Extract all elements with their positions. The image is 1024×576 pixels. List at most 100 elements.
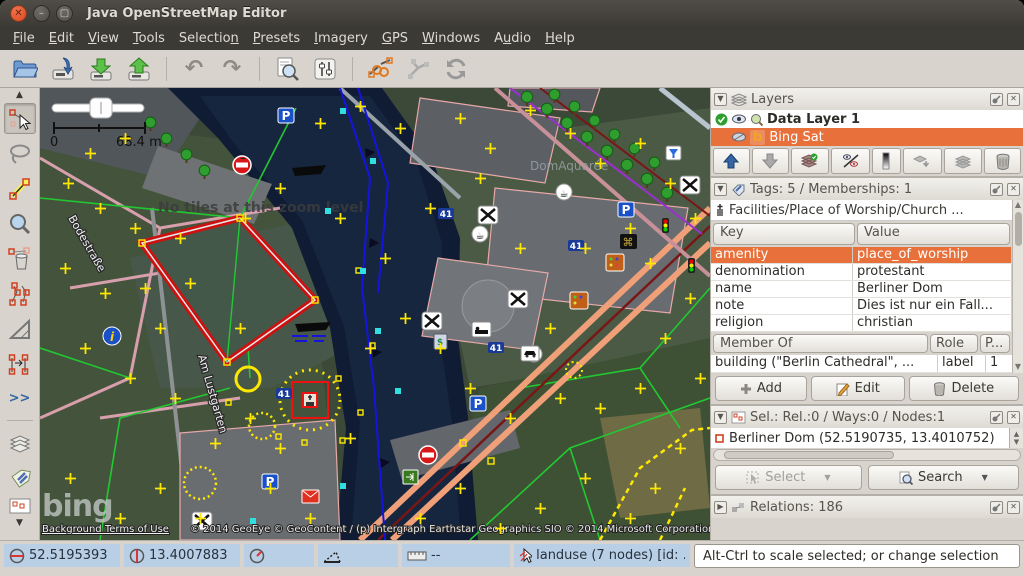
search-objects-button[interactable] [270,54,304,84]
role-column-header[interactable]: Role [930,334,978,353]
toolbar-separator [259,57,260,81]
close-button[interactable]: ✕ [10,5,27,22]
layer-row-data[interactable]: Data Layer 1 [711,110,1023,128]
map-canvas[interactable]: P P P P ☕ ☕ ☕ [40,88,710,540]
menu-imagery[interactable]: Imagery [307,29,375,48]
layer-duplicate-button[interactable] [903,148,942,174]
lasso-tool-button[interactable] [4,138,36,169]
collapse-icon[interactable]: ▼ [714,411,727,424]
layer-move-up-button[interactable] [713,148,750,174]
unglue-tool-button[interactable] [4,278,36,309]
draw-tool-button[interactable] [4,173,36,204]
undo-button[interactable]: ↶ [177,54,211,84]
collapse-icon[interactable]: ▼ [714,183,727,196]
sticky-pin-icon[interactable] [990,411,1003,424]
upload-button[interactable] [122,54,156,84]
menu-edit[interactable]: Edit [42,29,81,48]
menu-audio[interactable]: Audio [487,29,538,48]
layers-panel-title: Layers [751,92,986,107]
preferences-button[interactable] [308,54,342,84]
zoom-tool-button[interactable] [4,208,36,239]
selection-panel-toggle[interactable] [4,497,36,515]
layer-opacity-button[interactable] [872,148,901,174]
tag-row[interactable]: denominationprotestant [711,264,1012,281]
layer-actions [711,146,1023,176]
select-cursor-icon [746,471,760,485]
sticky-pin-icon[interactable] [990,93,1003,106]
close-panel-icon[interactable]: ✕ [1007,411,1020,424]
preset-row[interactable]: Facilities/Place of Worship/Church ... [711,200,1012,221]
toolbar-scroll-down[interactable]: ▼ [2,517,38,529]
tags-scrollbar[interactable]: ▲▼ [1012,200,1023,373]
download-button[interactable] [84,54,118,84]
selection-hscrollbar[interactable] [713,449,1021,461]
layer-visibility-button[interactable] [831,148,870,174]
redo-button[interactable]: ↷ [215,54,249,84]
menu-file[interactable]: File [6,29,42,48]
sticky-pin-icon[interactable] [990,183,1003,196]
sticky-pin-icon[interactable] [990,501,1003,514]
membership-row[interactable]: building ("Berlin Cathedral", ... label … [711,355,1012,373]
housenumber-badge: 41 [568,240,584,252]
search-button[interactable]: Search ▼ [868,465,1019,490]
layer-name: Bing Sat [769,130,823,145]
close-panel-icon[interactable]: ✕ [1007,93,1020,106]
layer-move-down-button[interactable] [752,148,789,174]
menu-view[interactable]: View [81,29,126,48]
value-column-header[interactable]: Value [857,223,1010,245]
split-way-button[interactable] [363,54,397,84]
restaurant-icon [478,206,498,224]
add-tag-button[interactable]: Add [715,376,807,401]
tag-row[interactable]: nameBerliner Dom [711,281,1012,298]
menu-tools[interactable]: Tools [126,29,172,48]
edit-tag-button[interactable]: Edit [811,376,905,401]
layers-panel-toggle[interactable] [4,427,36,458]
open-button[interactable] [8,54,42,84]
tag-buttons: Add Edit Delete [711,373,1023,404]
collapse-icon[interactable]: ▼ [714,93,727,106]
select-button[interactable]: Select ▼ [715,465,862,490]
minimize-button[interactable]: – [33,5,50,22]
close-panel-icon[interactable]: ✕ [1007,501,1020,514]
select-tool-button[interactable] [4,103,36,134]
layer-row-bing[interactable]: b Bing Sat [711,128,1023,146]
menu-gps[interactable]: GPS [375,29,415,48]
combine-way-button[interactable] [401,54,435,84]
main-toolbar: ↶ ↷ [0,50,1024,88]
menu-windows[interactable]: Windows [415,29,487,48]
tag-row[interactable]: religionchristian [711,315,1012,332]
list-spinner[interactable]: ▲▼ [1009,428,1023,448]
restaurant-icon [680,176,700,194]
close-panel-icon[interactable]: ✕ [1007,183,1020,196]
layer-activate-button[interactable] [791,148,830,174]
extrude-tool-button[interactable] [4,313,36,344]
menu-presets[interactable]: Presets [246,29,307,48]
menu-selection[interactable]: Selection [172,29,246,48]
delete-tag-button[interactable]: Delete [909,376,1019,401]
memberof-column-header[interactable]: Member Of [713,334,928,353]
no-tiles-message: No tiles at this zoom level [158,200,363,216]
visible-eye-icon[interactable] [732,132,746,142]
expand-icon[interactable]: ▶ [714,501,727,514]
edit-toolbar: ▲ >> [0,88,40,540]
delete-tool-button[interactable] [4,243,36,274]
window-title: Java OpenStreetMap Editor [87,6,286,21]
more-tools-button[interactable]: >> [4,383,36,414]
key-column-header[interactable]: Key [713,223,855,245]
menu-bar: File Edit View Tools Selection Presets I… [0,27,1024,50]
tag-row[interactable]: amenityplace_of_worship [711,247,1012,264]
tags-panel-toggle[interactable] [4,462,36,493]
save-button[interactable] [46,54,80,84]
maximize-button[interactable]: ▢ [56,5,73,22]
refresh-button[interactable] [439,54,473,84]
toolbar-scroll-up[interactable]: ▲ [2,89,38,101]
selection-list-item[interactable]: Berliner Dom (52.5190735, 13.4010752) [711,428,1009,448]
layer-merge-button[interactable] [944,148,983,174]
layer-delete-button[interactable] [984,148,1021,174]
parallel-tool-button[interactable] [4,348,36,379]
position-column-header[interactable]: P... [980,334,1010,353]
menu-help[interactable]: Help [538,29,582,48]
tag-row[interactable]: noteDies ist nur ein Fall... [711,298,1012,315]
app-window: ✕ – ▢ Java OpenStreetMap Editor File Edi… [0,0,1024,576]
visible-eye-icon[interactable] [732,114,746,124]
